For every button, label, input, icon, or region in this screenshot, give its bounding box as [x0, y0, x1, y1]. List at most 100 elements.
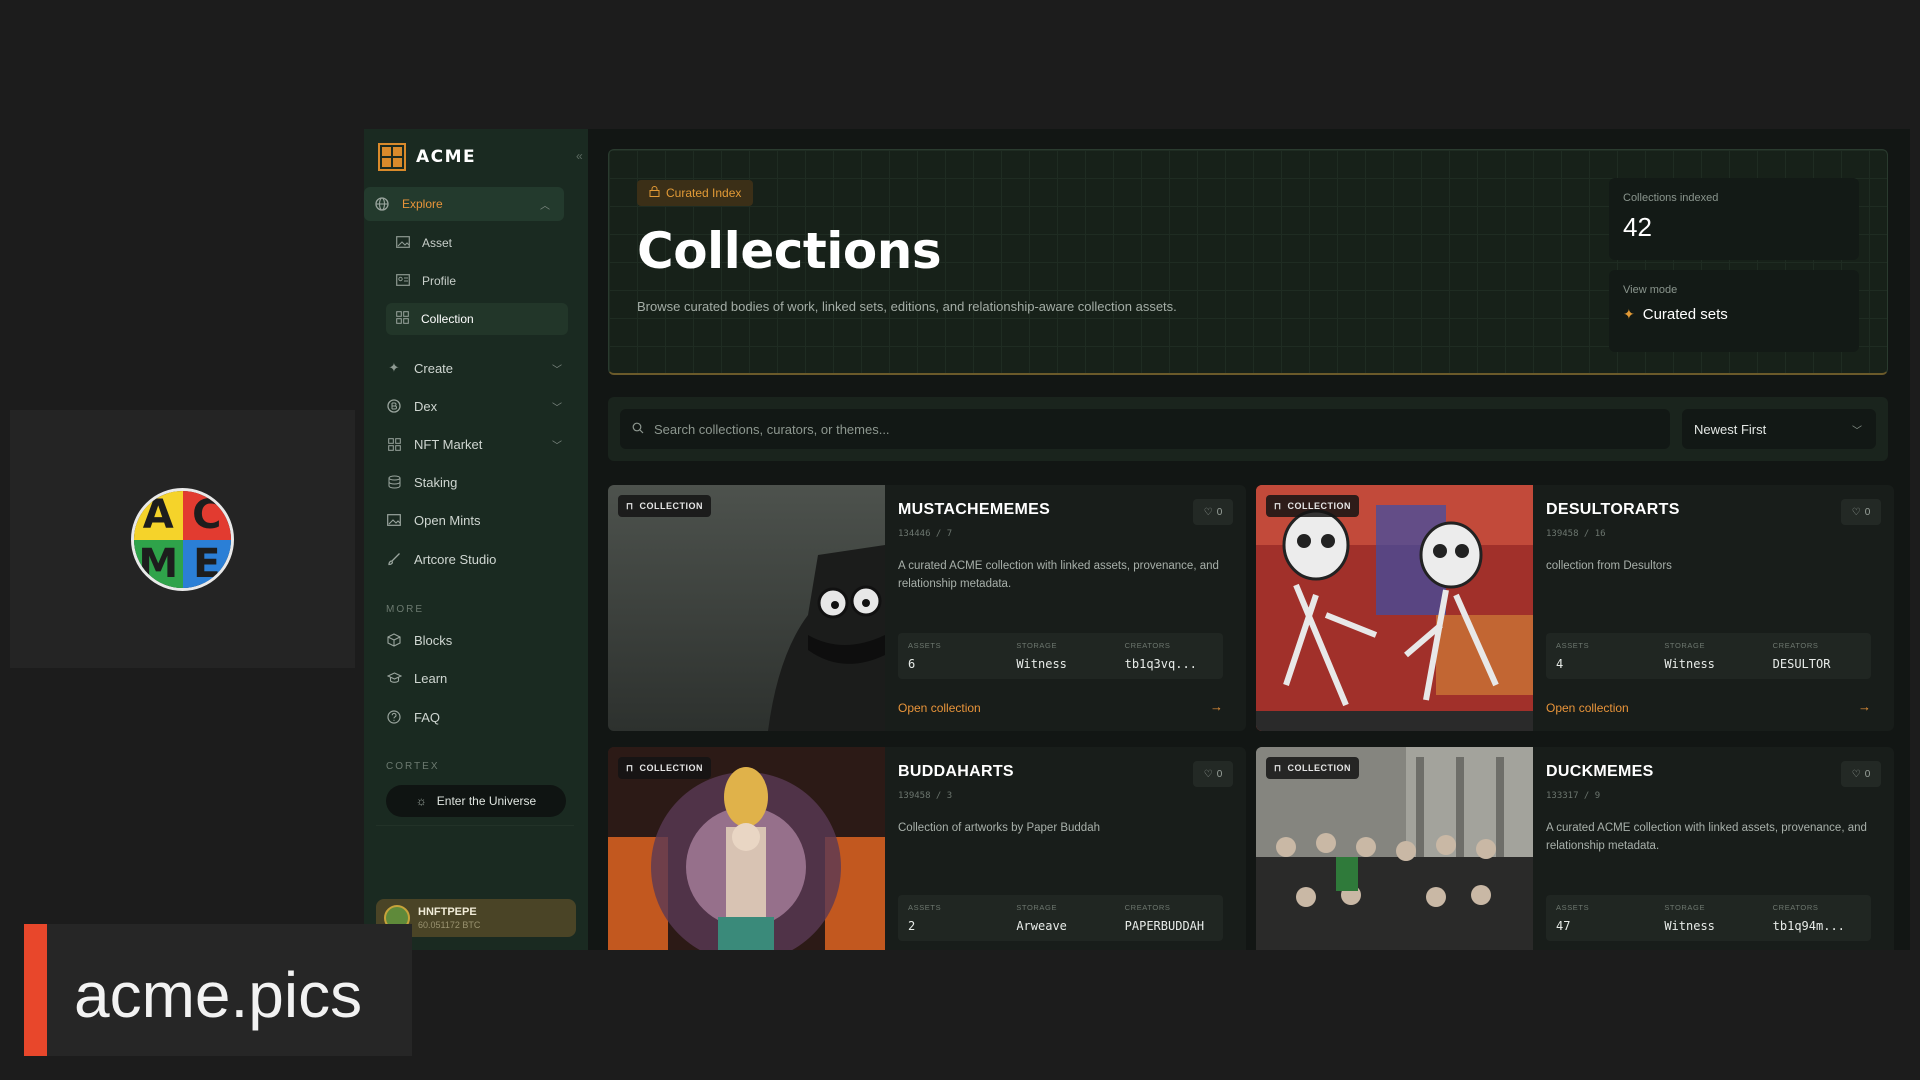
- assets-value: 6: [908, 657, 916, 671]
- assets-label: ASSETS: [908, 641, 942, 650]
- sidebar-item-artcore-studio[interactable]: Artcore Studio: [376, 542, 576, 576]
- skeleton-artwork: [1256, 485, 1533, 731]
- caption-accent-bar: [24, 924, 47, 1056]
- acme-logo-icon: [378, 143, 406, 171]
- sidebar-item-staking[interactable]: Staking: [376, 465, 576, 499]
- brand[interactable]: ACME: [378, 143, 476, 171]
- assets-label: ASSETS: [908, 903, 942, 912]
- search-toolbar: Search collections, curators, or themes.…: [608, 397, 1888, 461]
- collection-name: DUCKMEMES: [1546, 763, 1654, 780]
- logo-letter-a: A: [134, 491, 183, 540]
- collection-stats: ASSETS 4 STORAGE Witness CREATORS DESULTOR: [1546, 633, 1871, 679]
- chevron-down-icon: ﹀: [552, 440, 562, 452]
- lock-icon: ⊓: [1274, 500, 1282, 511]
- collection-tag: ⊓ COLLECTION: [1266, 495, 1360, 517]
- creators-label: CREATORS: [1772, 903, 1819, 912]
- collection-stats: ASSETS 2 STORAGE Arweave CREATORS PAPERBUDD…: [898, 895, 1223, 941]
- section-cortex-heading: CORTEX: [386, 761, 440, 772]
- logo-letter-m: M: [134, 539, 183, 588]
- open-collection-link[interactable]: Open collection: [898, 701, 981, 715]
- collection-meta: 133317 / 9: [1546, 791, 1601, 801]
- heart-icon: ♡: [1203, 768, 1213, 780]
- storage-value: Arweave: [1016, 919, 1067, 933]
- globe-icon: [374, 196, 390, 212]
- collection-thumbnail[interactable]: ⊓ COLLECTION: [1256, 747, 1533, 950]
- collection-thumbnail[interactable]: ⊓ COLLECTION: [608, 485, 885, 731]
- sort-select[interactable]: Newest First ﹀: [1682, 409, 1876, 449]
- sidebar-item-faq[interactable]: FAQ: [376, 700, 576, 734]
- heart-icon: ♡: [1851, 768, 1861, 780]
- sidebar-item-collection[interactable]: Collection: [386, 303, 568, 335]
- sidebar-item-label: Learn: [414, 670, 448, 686]
- id-card-icon: [396, 273, 410, 289]
- assets-value: 4: [1556, 657, 1564, 671]
- sidebar-item-blocks[interactable]: Blocks: [376, 623, 576, 657]
- section-more-heading: MORE: [386, 604, 424, 615]
- like-count: 0: [1216, 506, 1223, 518]
- sidebar-item-nft-market[interactable]: NFT Market ﹀: [376, 427, 576, 461]
- collection-card[interactable]: ⊓ COLLECTION MUSTACHEMEMES ♡ 0 134446 / 7 …: [608, 485, 1246, 731]
- heart-icon: ♡: [1851, 506, 1861, 518]
- collapse-sidebar-icon[interactable]: «: [576, 149, 583, 163]
- sidebar-item-explore[interactable]: Explore ︿: [364, 187, 564, 221]
- chevron-up-icon: ︿: [540, 200, 550, 212]
- sidebar-item-label: Artcore Studio: [414, 551, 497, 567]
- grid-icon: [386, 436, 402, 452]
- collection-card[interactable]: ⊓ COLLECTION DUCKMEMES ♡ 0 133317 / 9 A cu…: [1256, 747, 1894, 950]
- sidebar-item-learn[interactable]: Learn: [376, 661, 576, 695]
- search-placeholder: Search collections, curators, or themes.…: [654, 421, 890, 437]
- tag-label: COLLECTION: [639, 501, 704, 511]
- sort-value: Newest First: [1694, 421, 1767, 437]
- creators-label: CREATORS: [1772, 641, 1819, 650]
- collection-meta: 139458 / 3: [898, 791, 953, 801]
- search-input[interactable]: Search collections, curators, or themes.…: [620, 409, 1670, 449]
- arrow-right-icon[interactable]: →: [1210, 699, 1223, 714]
- sidebar-item-asset[interactable]: Asset: [386, 227, 568, 259]
- sidebar-item-label: Create: [414, 360, 454, 376]
- like-button[interactable]: ♡ 0: [1193, 761, 1233, 787]
- enter-universe-label: Enter the Universe: [436, 794, 537, 808]
- assets-label: ASSETS: [1556, 641, 1590, 650]
- collection-description: Collection of artworks by Paper Buddah: [898, 822, 1100, 834]
- mustache-artwork: [768, 545, 885, 731]
- creators-value: tb1q94m...: [1772, 919, 1845, 933]
- collection-thumbnail[interactable]: ⊓ COLLECTION: [608, 747, 885, 950]
- image-icon: [386, 512, 402, 528]
- brush-icon: [386, 551, 402, 567]
- cube-icon: [386, 632, 402, 648]
- sidebar-item-create[interactable]: ✦ Create ﹀: [376, 351, 576, 385]
- collection-thumbnail[interactable]: ⊓ COLLECTION: [1256, 485, 1533, 731]
- enter-universe-button[interactable]: ☼ Enter the Universe: [386, 785, 566, 817]
- assets-label: ASSETS: [1556, 903, 1590, 912]
- like-button[interactable]: ♡ 0: [1193, 499, 1233, 525]
- chevron-down-icon: ﹀: [1852, 425, 1862, 437]
- hero-panel: Curated Index Collections Browse curated…: [608, 149, 1888, 375]
- sidebar-item-profile[interactable]: Profile: [386, 265, 568, 297]
- sidebar-item-label: Asset: [422, 236, 453, 250]
- stat-label: Collections indexed: [1623, 192, 1719, 204]
- user-balance: 60.051172 BTC: [418, 920, 481, 930]
- sidebar-item-label: FAQ: [414, 709, 441, 725]
- sidebar-item-open-mints[interactable]: Open Mints: [376, 503, 576, 537]
- collection-tag: ⊓ COLLECTION: [618, 495, 712, 517]
- open-collection-link[interactable]: Open collection: [1546, 701, 1629, 715]
- image-icon: [396, 235, 410, 251]
- user-name: HNFTPEPE: [418, 906, 477, 918]
- divider: [376, 825, 574, 826]
- logo-letter-c: C: [182, 491, 231, 540]
- collection-description: collection from Desultors: [1546, 560, 1672, 572]
- collection-card[interactable]: ⊓ COLLECTION BUDDAHARTS ♡ 0 139458 / 3 Col…: [608, 747, 1246, 950]
- like-button[interactable]: ♡ 0: [1841, 499, 1881, 525]
- like-count: 0: [1864, 768, 1871, 780]
- collection-stats: ASSETS 47 STORAGE Witness CREATORS tb1q94m.…: [1546, 895, 1871, 941]
- storage-label: STORAGE: [1664, 903, 1706, 912]
- sidebar-item-dex[interactable]: Dex ﹀: [376, 389, 576, 423]
- graduation-cap-icon: [386, 670, 402, 686]
- page-title: Collections: [637, 222, 942, 280]
- like-count: 0: [1864, 506, 1871, 518]
- creators-value: PAPERBUDDAH: [1124, 919, 1205, 933]
- collection-stats: ASSETS 6 STORAGE Witness CREATORS tb1q3vq..…: [898, 633, 1223, 679]
- collection-card[interactable]: ⊓ COLLECTION DESULTORARTS ♡ 0 139458 / 16 …: [1256, 485, 1894, 731]
- like-button[interactable]: ♡ 0: [1841, 761, 1881, 787]
- arrow-right-icon[interactable]: →: [1858, 699, 1871, 714]
